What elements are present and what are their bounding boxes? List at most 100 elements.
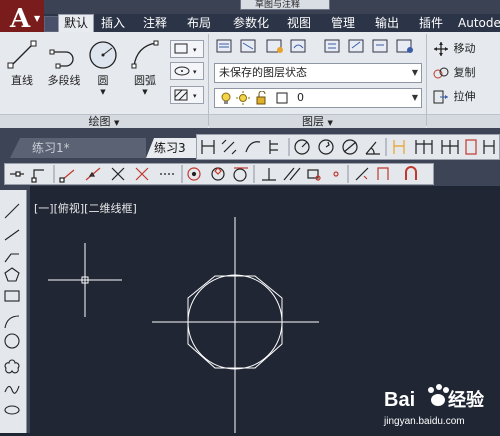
hatch-icon: ▾ bbox=[174, 89, 197, 101]
dimension-space-icon bbox=[465, 139, 477, 155]
lightbulb-icon bbox=[221, 92, 231, 104]
current-layer-value: 0 bbox=[297, 91, 304, 104]
chevron-down-icon: ▼ bbox=[411, 68, 418, 77]
layer-freeze-icon bbox=[372, 39, 388, 53]
tab-output[interactable]: 输出 bbox=[372, 14, 402, 32]
nearest-snap-icon bbox=[355, 167, 369, 181]
arc-tool-label: 圆弧 bbox=[134, 74, 156, 87]
svg-text:Bai: Bai bbox=[384, 389, 415, 411]
layer-unisolate-icon bbox=[348, 39, 364, 53]
sun-icon bbox=[236, 91, 250, 105]
ordinate-dimension-icon bbox=[269, 140, 278, 154]
insert-snap-icon bbox=[307, 169, 321, 181]
ellipse-button[interactable]: ▾ bbox=[170, 62, 204, 80]
line-tool[interactable]: 直线 bbox=[4, 38, 40, 88]
layer-state-dropdown[interactable]: 未保存的图层状态 ▼ bbox=[214, 63, 422, 83]
move-tool-label: 移动 bbox=[453, 42, 476, 55]
layer-previous-icon bbox=[290, 39, 306, 53]
tab-plugins[interactable]: 插件 bbox=[416, 14, 446, 32]
tab-default[interactable]: 默认 bbox=[58, 14, 94, 32]
line-tool-label: 直线 bbox=[11, 74, 33, 87]
ellipse-icon: ▾ bbox=[174, 66, 197, 76]
color-swatch-icon bbox=[276, 92, 288, 104]
jogged-dimension-icon bbox=[318, 139, 334, 155]
aligned-dimension-icon bbox=[221, 139, 237, 155]
osnap-settings-icon bbox=[405, 166, 417, 180]
baseline-dimension-icon bbox=[415, 140, 433, 154]
layer-state-value: 未保存的图层状态 bbox=[219, 66, 307, 79]
circle-tool-label: 圆 bbox=[97, 74, 109, 87]
polyline-tool[interactable]: 多段线 bbox=[44, 38, 84, 88]
center-snap-icon bbox=[187, 167, 201, 181]
tab-layout[interactable]: 布局 bbox=[182, 14, 216, 32]
chevron-down-icon: ▼ bbox=[34, 14, 41, 23]
draw-panel-title-label: 绘图 bbox=[88, 115, 111, 128]
line-icon bbox=[4, 203, 20, 219]
svg-text:▾: ▾ bbox=[193, 46, 197, 54]
endpoint-snap-icon bbox=[59, 169, 75, 183]
object-snap-icons bbox=[10, 165, 417, 183]
chevron-down-icon: ▼ bbox=[142, 88, 148, 96]
midpoint-snap-icon bbox=[85, 167, 101, 181]
tab-autodesk[interactable]: Autode bbox=[458, 14, 500, 32]
svg-text:jingyan.baidu.com: jingyan.baidu.com bbox=[383, 416, 465, 427]
tab-parametric[interactable]: 参数化 bbox=[228, 14, 274, 32]
stretch-icon bbox=[433, 90, 448, 104]
quadrant-snap-icon bbox=[211, 167, 225, 181]
polygon-icon bbox=[4, 267, 20, 282]
hatch-button[interactable]: ▾ bbox=[170, 86, 204, 104]
move-tool[interactable]: 移动 bbox=[432, 40, 500, 57]
ellipse-icon bbox=[4, 405, 20, 415]
tab-view[interactable]: 视图 bbox=[284, 14, 314, 32]
document-tab-inactive[interactable]: 练习1* bbox=[10, 138, 146, 158]
temporary-track-icon bbox=[10, 171, 24, 177]
quick-dimension-icon bbox=[393, 140, 405, 154]
apparent-intersection-icon bbox=[135, 167, 149, 181]
arc-tool[interactable]: 圆弧 ▼ bbox=[128, 38, 162, 96]
copy-tool[interactable]: 复制 bbox=[432, 64, 500, 81]
document-tab-active[interactable]: 练习3 bbox=[146, 138, 198, 158]
tab-insert[interactable]: 插入 bbox=[96, 14, 130, 32]
radius-dimension-icon bbox=[294, 139, 310, 155]
chevron-down-icon: ▼ bbox=[411, 93, 418, 102]
baidu-watermark: Bai 经验 jingyan.baidu.com bbox=[380, 376, 500, 433]
polyline-tool-label: 多段线 bbox=[47, 74, 81, 87]
perpendicular-snap-icon bbox=[262, 168, 276, 181]
layer-state-icon bbox=[240, 39, 256, 53]
current-layer-dropdown[interactable]: 0 ▼ bbox=[214, 88, 422, 108]
dimension-break-icon bbox=[483, 140, 495, 154]
spline-icon bbox=[4, 385, 20, 394]
layer-properties-icon bbox=[216, 39, 232, 53]
arc-icon bbox=[131, 40, 159, 69]
move-icon bbox=[434, 42, 448, 56]
no-snap-icon bbox=[377, 167, 389, 180]
tab-annotate[interactable]: 注释 bbox=[138, 14, 172, 32]
modify-panel-title[interactable] bbox=[427, 114, 500, 129]
draw-toolbar-icons bbox=[4, 203, 20, 415]
stretch-tool-label: 拉伸 bbox=[453, 90, 476, 103]
rectangle-button[interactable]: ▾ bbox=[170, 40, 204, 58]
copy-tool-label: 复制 bbox=[453, 66, 476, 79]
layer-match-icon bbox=[266, 39, 283, 53]
workspace-selector[interactable]: 草图与注释 bbox=[240, 0, 330, 10]
layer-tools-row bbox=[216, 39, 413, 53]
rectangle-icon: ▾ bbox=[174, 43, 197, 54]
svg-text:▾: ▾ bbox=[193, 68, 197, 76]
layer-status-icons bbox=[221, 91, 288, 105]
unlock-icon bbox=[256, 91, 266, 105]
circle-tool[interactable]: 圆 ▼ bbox=[86, 38, 120, 96]
svg-text:经验: 经验 bbox=[448, 389, 485, 411]
diameter-dimension-icon bbox=[342, 139, 358, 155]
tab-manage[interactable]: 管理 bbox=[328, 14, 358, 32]
layers-panel-title[interactable]: 图层 ▼ bbox=[209, 114, 426, 129]
polyline-icon bbox=[4, 253, 19, 263]
chevron-down-icon: ▼ bbox=[114, 119, 120, 127]
draw-panel-title[interactable]: 绘图 ▼ bbox=[0, 114, 208, 129]
rectangle-icon bbox=[4, 290, 20, 302]
linear-dimension-icon bbox=[201, 140, 215, 154]
arc-icon bbox=[4, 315, 20, 329]
layer-isolate-icon bbox=[324, 39, 340, 53]
stretch-tool[interactable]: 拉伸 bbox=[432, 88, 500, 105]
intersection-snap-icon bbox=[111, 167, 125, 181]
snap-from-icon bbox=[31, 169, 44, 183]
